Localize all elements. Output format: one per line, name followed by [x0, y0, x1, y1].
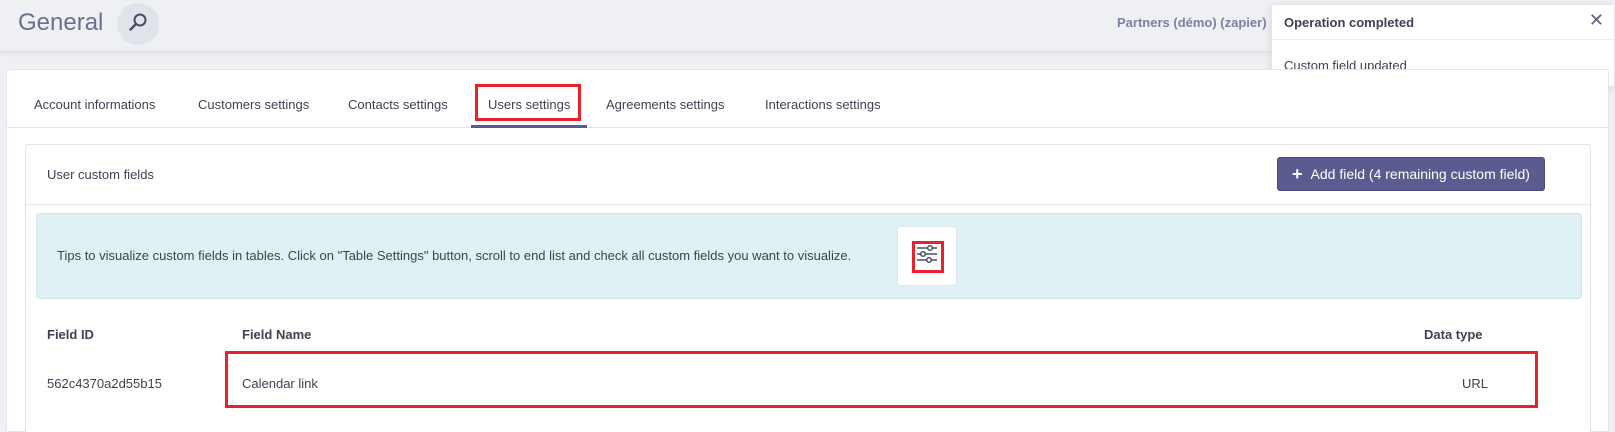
- panel-header: User custom fields + Add field (4 remain…: [26, 145, 1590, 205]
- column-header-field-name[interactable]: Field Name: [242, 327, 311, 342]
- tab-customers-settings[interactable]: Customers settings: [198, 97, 309, 112]
- user-custom-fields-panel: User custom fields + Add field (4 remain…: [25, 144, 1591, 432]
- panel-title: User custom fields: [47, 167, 154, 182]
- sliders-icon: [915, 244, 939, 269]
- toast-title: Operation completed: [1284, 15, 1415, 30]
- tab-interactions-settings[interactable]: Interactions settings: [765, 97, 881, 112]
- plus-icon: +: [1292, 164, 1303, 184]
- table-settings-button[interactable]: [897, 226, 957, 286]
- page-title: General: [18, 9, 104, 36]
- add-field-button[interactable]: + Add field (4 remaining custom field): [1277, 157, 1545, 191]
- search-icon: [127, 11, 149, 38]
- cell-field-name: Calendar link: [242, 376, 318, 391]
- toast-divider: [1272, 39, 1614, 40]
- tips-text: Tips to visualize custom fields in table…: [57, 248, 852, 263]
- tab-users-settings[interactable]: Users settings: [488, 97, 570, 112]
- settings-card: Account informations Customers settings …: [6, 69, 1609, 432]
- account-name[interactable]: Partners (démo) (zapier): [1117, 15, 1267, 30]
- column-header-field-id[interactable]: Field ID: [47, 327, 94, 342]
- close-icon[interactable]: ✕: [1589, 11, 1604, 29]
- search-button[interactable]: [117, 3, 159, 45]
- add-field-label: Add field (4 remaining custom field): [1310, 166, 1530, 182]
- tab-account-informations[interactable]: Account informations: [34, 97, 155, 112]
- cell-field-id: 562c4370a2d55b15: [47, 376, 162, 391]
- cell-data-type: URL: [1462, 376, 1489, 391]
- tips-alert: Tips to visualize custom fields in table…: [36, 213, 1582, 299]
- settings-tabs: Account informations Customers settings …: [7, 70, 1608, 128]
- highlight-calendar-link-row: [225, 351, 1538, 408]
- column-header-data-type[interactable]: Data type: [1424, 327, 1483, 342]
- tab-agreements-settings[interactable]: Agreements settings: [606, 97, 725, 112]
- tab-contacts-settings[interactable]: Contacts settings: [348, 97, 448, 112]
- active-tab-indicator: [471, 125, 587, 128]
